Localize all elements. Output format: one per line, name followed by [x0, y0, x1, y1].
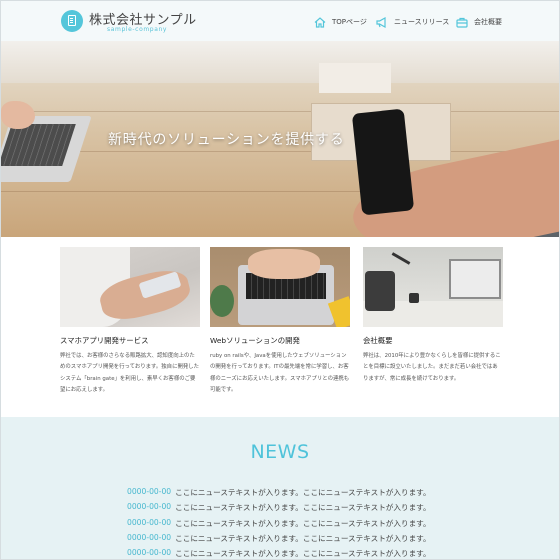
news-item[interactable]: 0000-00-00 ここにニューステキストが入ります。ここにニューステキストが… [127, 548, 431, 560]
news-text: ここにニューステキストが入ります。ここにニューステキストが入ります。 [175, 549, 431, 559]
service-image-app [60, 247, 200, 327]
site-header: 株式会社サンプル sample-company TOPページ ニュースリリース … [1, 1, 559, 41]
news-item[interactable]: 0000-00-00 ここにニューステキストが入ります。ここにニューステキストが… [127, 533, 431, 548]
news-item[interactable]: 0000-00-00 ここにニューステキストが入ります。ここにニューステキストが… [127, 502, 431, 517]
news-item[interactable]: 0000-00-00 ここにニューステキストが入ります。ここにニューステキストが… [127, 487, 431, 502]
news-date: 0000-00-00 [127, 517, 172, 527]
briefcase-icon [456, 17, 468, 28]
news-text: ここにニューステキストが入ります。ここにニューステキストが入ります。 [175, 503, 431, 513]
service-text: 弊社は、2010年により豊かなくらしを皆様に提供することを目標に設立いたしました… [363, 353, 501, 382]
news-text: ここにニューステキストが入ります。ここにニューステキストが入ります。 [175, 533, 431, 543]
news-heading: NEWS [250, 441, 310, 463]
nav-item-top[interactable]: TOPページ [314, 15, 367, 29]
service-title: スマホアプリ開発サービス [60, 336, 149, 345]
service-title: Webソリューションの開発 [210, 336, 300, 345]
service-image-web [210, 247, 350, 327]
service-text: 弊社では、お客様のさらなる販路拡大、認知度向上のためのスマホアプリ開発を行ってお… [60, 353, 200, 394]
service-text: ruby on railsや、Javaを使用したウェブソリューションの開発を行っ… [210, 353, 350, 394]
service-image-office [363, 247, 503, 327]
news-date: 0000-00-00 [127, 487, 172, 496]
service-card-app[interactable]: スマホアプリ開発サービス 弊社では、お客様のさらなる販路拡大、認知度向上のための… [60, 247, 200, 397]
news-date: 0000-00-00 [127, 532, 172, 542]
megaphone-icon [376, 16, 386, 28]
news-section: NEWS 0000-00-00 ここにニューステキストが入ります。ここにニュース… [1, 417, 559, 559]
logo-subtitle: sample-company [107, 26, 168, 33]
hero-box-lid [319, 63, 391, 93]
news-text: ここにニューステキストが入ります。ここにニューステキストが入ります。 [175, 518, 431, 528]
service-title: 会社概要 [363, 336, 393, 345]
news-text: ここにニューステキストが入ります。ここにニューステキストが入ります。 [175, 488, 431, 497]
services-section: スマホアプリ開発サービス 弊社では、お客様のさらなる販路拡大、認知度向上のための… [1, 237, 559, 417]
news-date: 0000-00-00 [127, 502, 172, 512]
hero-smartphone-image [351, 108, 415, 216]
hero-banner: 新時代のソリューションを提供する [1, 41, 559, 237]
nav-item-company[interactable]: 会社概要 [456, 15, 502, 29]
logo-icon[interactable] [61, 10, 83, 32]
news-date: 0000-00-00 [127, 548, 172, 558]
service-card-company[interactable]: 会社概要 弊社は、2010年により豊かなくらしを皆様に提供することを目標に設立い… [363, 247, 503, 385]
nav-label-news: ニュースリリース [394, 18, 450, 26]
nav-item-news[interactable]: ニュースリリース [376, 15, 449, 29]
news-list: 0000-00-00 ここにニューステキストが入ります。ここにニューステキストが… [127, 487, 431, 560]
nav-label-top: TOPページ [332, 18, 367, 26]
hero-background-wall [1, 41, 559, 83]
nav-label-company: 会社概要 [474, 18, 502, 26]
hero-headline: 新時代のソリューションを提供する [108, 132, 345, 148]
news-item[interactable]: 0000-00-00 ここにニューステキストが入ります。ここにニューステキストが… [127, 518, 431, 533]
hero-laptop-image [1, 96, 92, 191]
home-icon [314, 16, 326, 28]
service-card-web[interactable]: Webソリューションの開発 ruby on railsや、Javaを使用したウェ… [210, 247, 350, 397]
